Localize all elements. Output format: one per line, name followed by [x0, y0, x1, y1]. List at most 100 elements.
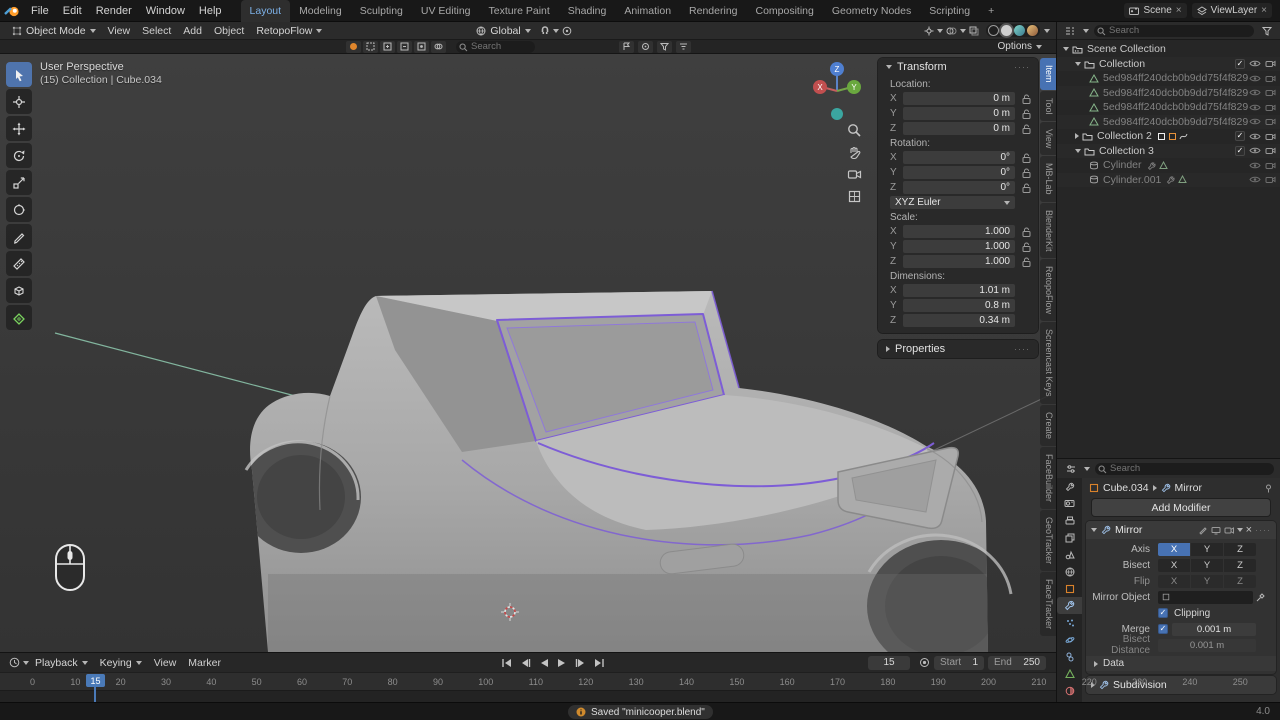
- expand-icon[interactable]: [1075, 61, 1081, 66]
- shading-wireframe-button[interactable]: [988, 25, 999, 36]
- disable-render-camera-icon[interactable]: [1265, 117, 1276, 126]
- tool-annotate[interactable]: [6, 224, 32, 249]
- properties-editor-icon[interactable]: [1063, 464, 1079, 474]
- workspace-tab-uv-editing[interactable]: UV Editing: [412, 0, 480, 22]
- menu-object[interactable]: Object: [208, 25, 250, 37]
- merge-threshold-field[interactable]: 0.001 m: [1172, 622, 1256, 636]
- menu-help[interactable]: Help: [192, 0, 229, 22]
- outliner-filter-icon[interactable]: [1259, 26, 1275, 36]
- sidebar-tab-item[interactable]: Item: [1040, 58, 1056, 90]
- bisect-distance-field[interactable]: 0.001 m: [1158, 638, 1256, 652]
- timeline-view-menu[interactable]: View: [148, 657, 183, 669]
- lock-icon[interactable]: [1020, 257, 1032, 267]
- tool-retopoflow[interactable]: [6, 305, 32, 330]
- collection-exclude-checkbox[interactable]: ✓: [1235, 145, 1245, 156]
- sidebar-tab-blenderkit[interactable]: BlenderKit: [1040, 202, 1056, 259]
- playhead-line[interactable]: [94, 687, 96, 702]
- scene-selector[interactable]: Scene ×: [1124, 3, 1187, 18]
- transform-orientation-dropdown[interactable]: Global: [470, 25, 536, 37]
- tool-cursor[interactable]: [6, 89, 32, 114]
- mirror-object-field[interactable]: [1158, 590, 1253, 604]
- editor-divider[interactable]: [1056, 22, 1057, 702]
- zoom-icon[interactable]: [847, 123, 862, 138]
- pivot-point-icon[interactable]: [638, 40, 653, 53]
- outliner-row-linked-mesh-2[interactable]: 5ed984ff240dcb0b9dd75f4f829: [1057, 85, 1280, 100]
- lock-icon[interactable]: [1020, 124, 1032, 134]
- properties-tab-physics[interactable]: [1057, 631, 1082, 648]
- modifier-realtime-toggle[interactable]: [1211, 526, 1221, 535]
- xray-toggle[interactable]: [966, 26, 982, 36]
- modifier-editmode-toggle[interactable]: [1198, 526, 1208, 535]
- disable-render-camera-icon[interactable]: [1265, 132, 1276, 141]
- menu-select[interactable]: Select: [136, 25, 177, 37]
- sidebar-tab-tool[interactable]: Tool: [1040, 90, 1056, 122]
- properties-tab-viewlayer[interactable]: [1057, 529, 1082, 546]
- menu-file[interactable]: File: [24, 0, 56, 22]
- prev-keyframe-button[interactable]: [517, 658, 534, 668]
- play-reverse-button[interactable]: [536, 658, 552, 668]
- disable-render-camera-icon[interactable]: [1265, 88, 1276, 97]
- pan-hand-icon[interactable]: [847, 145, 862, 160]
- add-workspace-button[interactable]: +: [979, 0, 1003, 22]
- active-tool-color-swatch[interactable]: [346, 40, 361, 53]
- shading-rendered-button[interactable]: [1027, 25, 1038, 36]
- menu-view[interactable]: View: [102, 25, 137, 37]
- timeline-marker-menu[interactable]: Marker: [182, 657, 227, 669]
- scale-x-field[interactable]: 1.000: [903, 225, 1015, 238]
- collection-exclude-checkbox[interactable]: ✓: [1235, 131, 1245, 142]
- location-z-field[interactable]: 0 m: [903, 122, 1015, 135]
- hide-eye-icon[interactable]: [1249, 132, 1261, 141]
- modifier-drag-dots[interactable]: ····: [1255, 525, 1271, 535]
- outliner-row-collection-3[interactable]: Collection 3 ✓: [1057, 143, 1280, 158]
- workspace-tab-rendering[interactable]: Rendering: [680, 0, 746, 22]
- select-mode-new-icon[interactable]: [363, 40, 378, 53]
- lock-icon[interactable]: [1020, 94, 1032, 104]
- select-mode-invert-icon[interactable]: [414, 40, 429, 53]
- location-y-field[interactable]: 0 m: [903, 107, 1015, 120]
- mirror-bisect-z-button[interactable]: Z: [1224, 558, 1256, 572]
- dimensions-x-field[interactable]: 1.01 m: [903, 284, 1015, 297]
- jump-to-start-button[interactable]: [498, 658, 515, 668]
- mirror-axis-z-button[interactable]: Z: [1224, 542, 1256, 556]
- outliner-search[interactable]: [1094, 24, 1254, 37]
- overlays-toggle[interactable]: [943, 26, 960, 36]
- disable-render-camera-icon[interactable]: [1265, 146, 1276, 155]
- properties-tab-world[interactable]: [1057, 563, 1082, 580]
- mirror-axis-y-button[interactable]: Y: [1191, 542, 1223, 556]
- chevron-down-icon[interactable]: [1083, 28, 1089, 33]
- workspace-tab-modeling[interactable]: Modeling: [290, 0, 351, 22]
- outliner-row-cylinder-001[interactable]: Cylinder.001: [1057, 172, 1280, 187]
- modifier-name[interactable]: Mirror: [1115, 524, 1142, 536]
- marker-flag-icon[interactable]: [619, 40, 634, 53]
- timeline-channel-strip[interactable]: [0, 690, 1056, 702]
- panel-drag-dots[interactable]: ····: [1014, 62, 1030, 72]
- outliner-row-linked-mesh-3[interactable]: 5ed984ff240dcb0b9dd75f4f829: [1057, 100, 1280, 115]
- lock-icon[interactable]: [1020, 109, 1032, 119]
- next-keyframe-button[interactable]: [572, 658, 589, 668]
- disable-render-camera-icon[interactable]: [1265, 161, 1276, 170]
- tool-select-box[interactable]: [6, 62, 32, 87]
- outliner-search-input[interactable]: [1109, 25, 1173, 36]
- outliner-row-linked-mesh-1[interactable]: 5ed984ff240dcb0b9dd75f4f829: [1057, 71, 1280, 86]
- frame-start-field[interactable]: Start 1: [934, 655, 984, 670]
- properties-tab-render[interactable]: [1057, 495, 1082, 512]
- viewport-search[interactable]: [456, 40, 535, 53]
- options-dropdown[interactable]: Options: [992, 41, 1048, 52]
- current-frame-field[interactable]: 15: [868, 655, 910, 670]
- menu-add[interactable]: Add: [177, 25, 208, 37]
- expand-icon[interactable]: [1075, 148, 1081, 153]
- hide-eye-icon[interactable]: [1249, 74, 1261, 83]
- collection-exclude-checkbox[interactable]: ✓: [1235, 58, 1245, 69]
- rotation-y-field[interactable]: 0°: [903, 166, 1015, 179]
- rotation-x-field[interactable]: 0°: [903, 151, 1015, 164]
- disable-render-camera-icon[interactable]: [1265, 175, 1276, 184]
- workspace-tab-geometry-nodes[interactable]: Geometry Nodes: [823, 0, 920, 22]
- lock-icon[interactable]: [1020, 168, 1032, 178]
- lock-icon[interactable]: [1020, 183, 1032, 193]
- mirror-flip-y-button[interactable]: Y: [1191, 574, 1223, 588]
- properties-tab-modifiers[interactable]: [1057, 597, 1082, 614]
- sidebar-tab-screencast-keys[interactable]: Screencast Keys: [1040, 322, 1056, 404]
- auto-keying-toggle[interactable]: [916, 657, 933, 668]
- sidebar-tab-facetracker[interactable]: FaceTracker: [1040, 572, 1056, 637]
- tool-add-primitive[interactable]: [6, 278, 32, 303]
